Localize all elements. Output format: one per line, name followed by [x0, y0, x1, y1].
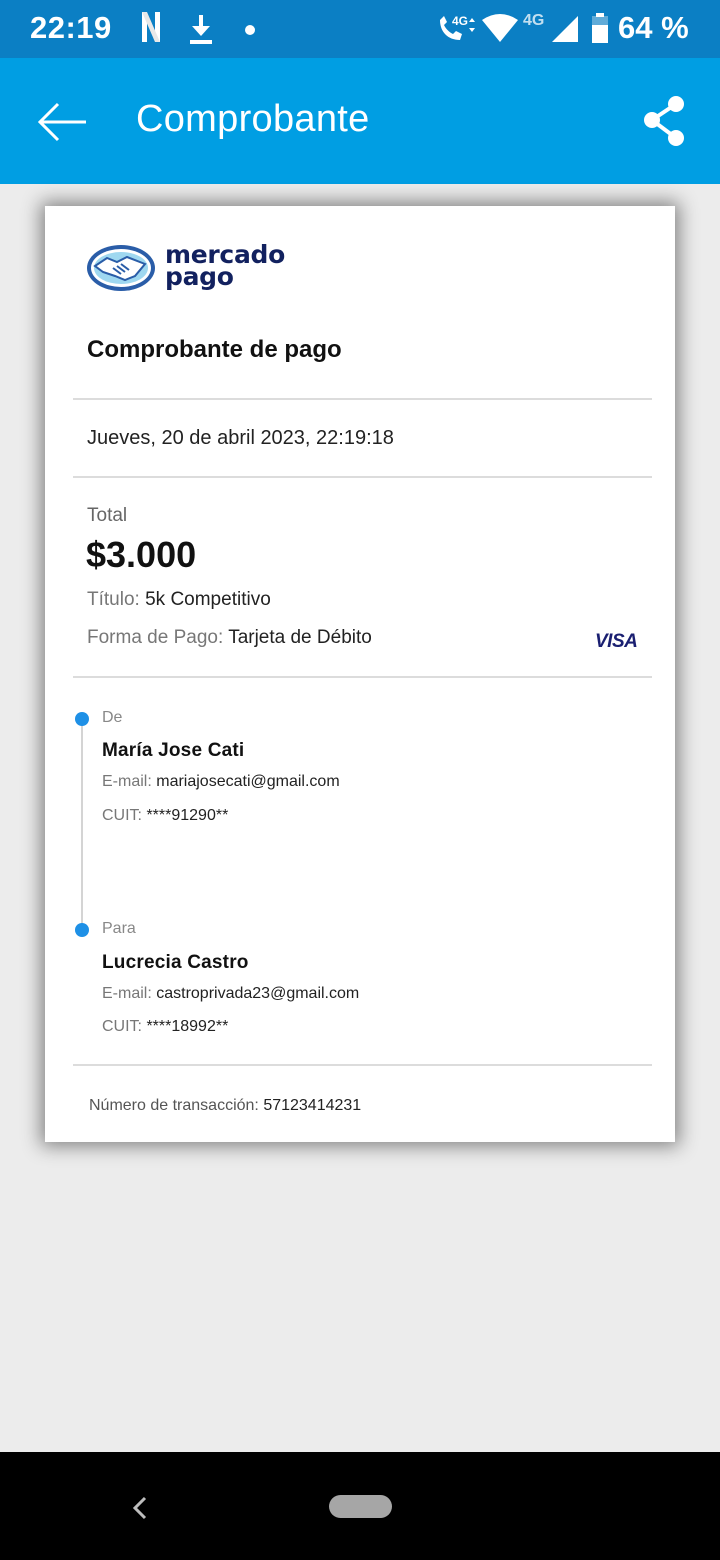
sender-cuit: CUIT: ****91290**: [102, 807, 228, 825]
share-icon[interactable]: [636, 91, 696, 151]
payment-title-key: Título:: [87, 589, 140, 610]
payment-method-key: Forma de Pago:: [87, 627, 224, 648]
battery-percentage: 64 %: [618, 10, 689, 45]
visa-logo: VISA: [595, 631, 638, 652]
receipt-card: mercado pago Comprobante de pago Jueves,…: [45, 206, 675, 1142]
app-bar: Comprobante: [0, 58, 720, 184]
signal-icon: [552, 16, 578, 42]
recipient-cuit-value: ****18992**: [146, 1018, 229, 1035]
brand-line-2: pago: [165, 262, 234, 291]
total-label: Total: [87, 505, 128, 526]
sender-email-key: E-mail:: [102, 773, 152, 790]
mercado-pago-logo: mercado pago: [85, 242, 285, 298]
page-title: Comprobante: [136, 98, 370, 140]
divider: [73, 676, 652, 678]
transaction-number-row: Número de transacción: 57123414231: [89, 1097, 361, 1115]
status-time: 22:19: [30, 10, 112, 45]
svg-text:4G: 4G: [452, 14, 468, 28]
wifi-icon: [482, 14, 518, 42]
recipient-cuit-key: CUIT:: [102, 1018, 142, 1035]
handshake-icon: [87, 245, 155, 291]
system-nav-bar: [0, 1452, 720, 1560]
back-arrow-icon[interactable]: [30, 91, 92, 153]
volte-call-icon: 4G: [440, 14, 475, 40]
brand-wordmark: mercado pago: [165, 242, 285, 291]
status-bar: 22:19 4G 4G 64 %: [0, 0, 720, 58]
divider: [73, 476, 652, 478]
timeline-line: [81, 720, 83, 930]
payment-title-value: 5k Competitivo: [145, 589, 271, 610]
payment-method-value: Tarjeta de Débito: [228, 627, 372, 648]
recipient-name: Lucrecia Castro: [102, 952, 249, 973]
recipient-email-value: castroprivada23@gmail.com: [156, 985, 360, 1002]
network-type-label: 4G: [523, 12, 545, 29]
recipient-cuit: CUIT: ****18992**: [102, 1018, 228, 1036]
notification-dot-icon: [245, 25, 255, 35]
home-pill-icon[interactable]: [329, 1495, 392, 1518]
payment-title-row: Título: 5k Competitivo: [87, 589, 271, 611]
total-amount: $3.000: [86, 534, 197, 575]
timeline-dot-from: [75, 712, 89, 726]
battery-icon: [592, 13, 608, 43]
sender-name: María Jose Cati: [102, 740, 245, 761]
recipient-label: Para: [102, 920, 136, 937]
recipient-email-key: E-mail:: [102, 985, 152, 1002]
receipt-title: Comprobante de pago: [87, 336, 342, 363]
sender-email-value: mariajosecati@gmail.com: [156, 773, 340, 790]
payment-method-row: Forma de Pago: Tarjeta de Débito: [87, 627, 372, 649]
timeline-dot-to: [75, 923, 89, 937]
transaction-number-value: 57123414231: [263, 1097, 362, 1114]
sender-cuit-value: ****91290**: [146, 807, 229, 824]
transaction-number-key: Número de transacción:: [89, 1097, 259, 1114]
recipient-email: E-mail: castroprivada23@gmail.com: [102, 985, 359, 1003]
sender-email: E-mail: mariajosecati@gmail.com: [102, 773, 340, 791]
divider: [73, 398, 652, 400]
netflix-n-icon: [142, 12, 160, 42]
nav-back-icon[interactable]: [125, 1490, 155, 1526]
sender-label: De: [102, 709, 123, 726]
download-icon: [190, 15, 212, 44]
sender-cuit-key: CUIT:: [102, 807, 142, 824]
divider: [73, 1064, 652, 1066]
payment-date: Jueves, 20 de abril 2023, 22:19:18: [87, 427, 394, 449]
